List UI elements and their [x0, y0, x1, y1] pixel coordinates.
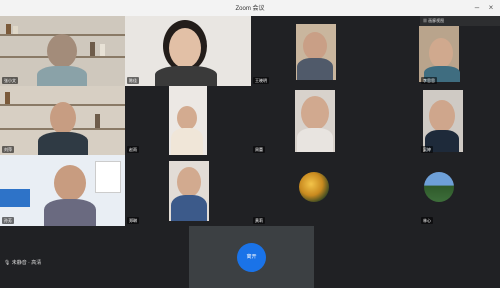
participant-name: 吴婷 [421, 146, 433, 153]
window-titlebar: Zoom 会议 – × [0, 0, 500, 16]
view-label: 画廊视图 [428, 18, 445, 23]
video-grid: 张小文 陈佳 王晓明 李思思 刘萍 赵雨 周蕾 吴婷 孙芳 郑琳 黄莉 林心 [0, 16, 500, 226]
participant-tile[interactable]: 郑琳 [125, 155, 251, 226]
participant-name: 林心 [421, 217, 433, 224]
meeting-controls-bar: 🎙 未静音 · 高清 离开 [0, 226, 500, 288]
participant-tile-no-video[interactable]: 林心 [419, 155, 500, 226]
participant-name: 刘萍 [2, 146, 14, 153]
close-icon[interactable]: × [486, 3, 496, 13]
participant-name: 郑琳 [127, 217, 139, 224]
microphone-icon[interactable]: 🎙 [4, 260, 10, 266]
participant-name: 黄莉 [253, 217, 265, 224]
participant-name: 周蕾 [253, 146, 265, 153]
avatar [299, 172, 329, 202]
minimize-icon[interactable]: – [472, 3, 482, 13]
view-toggle-button[interactable]: ▦ 画廊视图 [420, 16, 500, 26]
window-title: Zoom 会议 [235, 6, 265, 12]
participant-name: 李思思 [421, 77, 437, 84]
participant-tile[interactable]: 刘萍 [0, 86, 125, 155]
connection-status: 🎙 未静音 · 高清 [4, 259, 41, 266]
avatar [424, 172, 454, 202]
participant-tile[interactable]: 孙芳 [0, 155, 125, 226]
participant-tile-speaking[interactable]: 陈佳 [125, 16, 251, 86]
leave-button[interactable]: 离开 [237, 243, 266, 272]
participant-tile[interactable]: 赵雨 [125, 86, 251, 155]
participant-name: 赵雨 [127, 146, 139, 153]
participant-name: 陈佳 [127, 77, 139, 84]
participant-tile[interactable]: 李思思 [419, 16, 500, 86]
participant-name: 张小文 [2, 77, 18, 84]
status-text: 未静音 · 高清 [11, 260, 42, 266]
participant-name: 孙芳 [2, 217, 14, 224]
participant-tile[interactable]: 王晓明 [251, 16, 419, 86]
participant-name: 王晓明 [253, 77, 269, 84]
participant-tile-no-video[interactable]: 黄莉 [251, 155, 419, 226]
participant-tile[interactable]: 吴婷 [419, 86, 500, 155]
participant-tile[interactable]: 张小文 [0, 16, 125, 86]
participant-tile[interactable]: 周蕾 [251, 86, 419, 155]
